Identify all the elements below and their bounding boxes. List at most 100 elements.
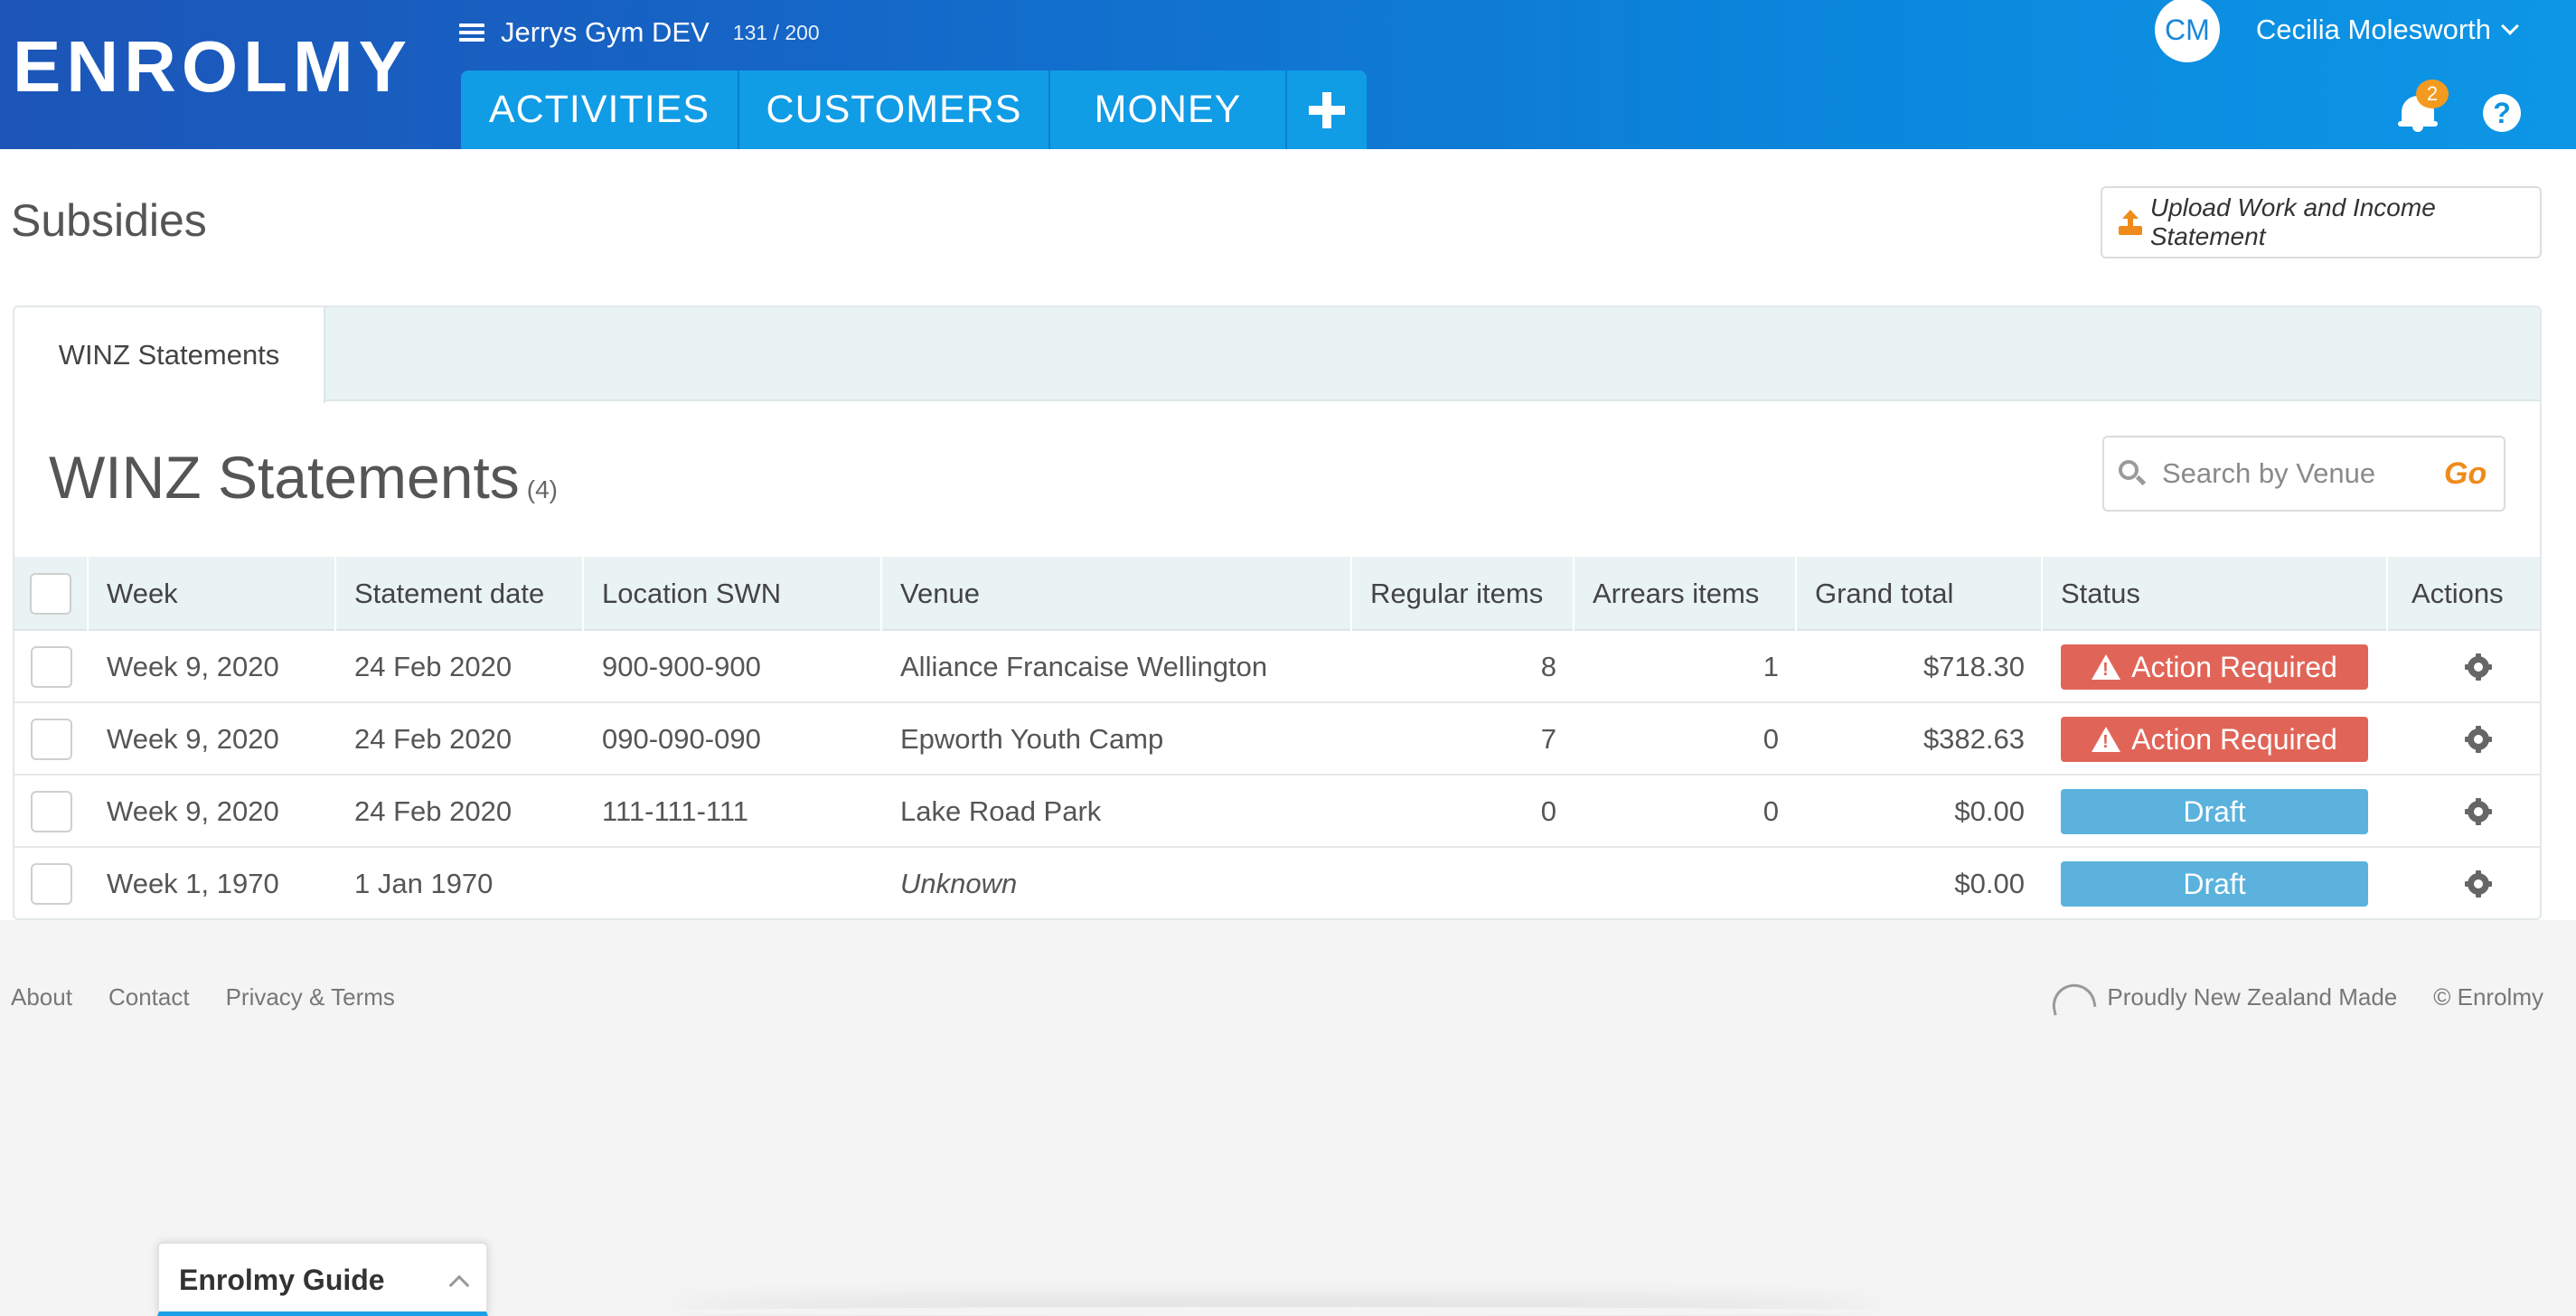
status-badge[interactable]: Draft	[2061, 789, 2368, 834]
cell-regular-items	[1352, 848, 1575, 918]
row-checkbox[interactable]	[31, 791, 72, 832]
notification-badge[interactable]: 2	[2416, 80, 2449, 108]
search-box: Go	[2102, 436, 2505, 512]
cell-arrears-items: 1	[1763, 651, 1779, 682]
cell-status: Draft	[2043, 776, 2388, 848]
upload-statement-label: Upload Work and Income Statement	[2149, 193, 2436, 250]
user-menu[interactable]: CM Cecilia Molesworth	[2154, 0, 2519, 62]
status-label: Draft	[2183, 794, 2246, 828]
header-week[interactable]: Week	[89, 557, 336, 631]
upload-statement-button[interactable]: Upload Work and Income Statement	[2101, 186, 2542, 258]
select-all-checkbox[interactable]	[30, 573, 71, 615]
gear-icon[interactable]	[2465, 870, 2492, 898]
header-actions: Actions	[2411, 578, 2504, 609]
nav-tab-money[interactable]: MONEY	[1050, 70, 1287, 149]
made-in-nz: Proudly New Zealand Made	[2107, 983, 2398, 1010]
gear-icon[interactable]	[2465, 798, 2492, 825]
page-title: Subsidies	[11, 195, 207, 246]
status-badge[interactable]: Action Required	[2061, 717, 2368, 762]
row-select-cell	[14, 776, 89, 848]
help-icon[interactable]: ?	[2483, 94, 2521, 132]
status-label: Draft	[2183, 867, 2246, 900]
cell-week: Week 9, 2020	[107, 795, 279, 827]
header-location-swn[interactable]: Location SWN	[584, 557, 882, 631]
row-select-cell	[14, 703, 89, 776]
row-select-cell	[14, 848, 89, 918]
copyright: © Enrolmy	[2433, 983, 2543, 1010]
search-input[interactable]	[2162, 457, 2433, 490]
cell-arrears-items	[1575, 848, 1797, 918]
gear-icon[interactable]	[2465, 726, 2492, 753]
status-label: Action Required	[2131, 722, 2337, 756]
org-count: 131 / 200	[732, 20, 820, 44]
gear-icon[interactable]	[2465, 653, 2492, 681]
table-row[interactable]: Week 9, 2020 24 Feb 2020 111-111-111 Lak…	[14, 776, 2540, 848]
cell-venue: Epworth Youth Camp	[900, 723, 1164, 755]
chevron-down-icon[interactable]	[2501, 17, 2519, 35]
nav-tab-customers[interactable]: CUSTOMERS	[739, 70, 1050, 149]
tab-winz-statements[interactable]: WINZ Statements	[14, 307, 325, 403]
cell-arrears-items: 0	[1763, 795, 1779, 827]
nav-tab-activities[interactable]: ACTIVITIES	[461, 70, 739, 149]
cell-venue: Lake Road Park	[900, 795, 1102, 827]
warning-icon	[2092, 727, 2121, 753]
cell-actions	[2388, 631, 2540, 703]
cell-regular-items: 7	[1540, 723, 1556, 755]
footer-right: Proudly New Zealand Made © Enrolmy	[2048, 979, 2543, 1016]
cell-swn: 090-090-090	[602, 723, 761, 755]
org-bar: Jerrys Gym DEV 131 / 200	[459, 13, 820, 52]
kiwi-icon	[2048, 979, 2098, 1016]
upload-icon	[2119, 210, 2142, 235]
cell-swn: 111-111-111	[602, 795, 749, 827]
top-header: ENROLMY Jerrys Gym DEV 131 / 200 ACTIVIT…	[0, 0, 2576, 149]
row-select-cell	[14, 631, 89, 703]
header-venue[interactable]: Venue	[882, 557, 1352, 631]
avatar[interactable]: CM	[2154, 0, 2220, 62]
cell-date: 24 Feb 2020	[354, 651, 512, 682]
guide-title: Enrolmy Guide	[179, 1264, 385, 1296]
row-checkbox[interactable]	[31, 646, 72, 688]
cell-date: 1 Jan 1970	[354, 868, 494, 899]
cell-venue: Unknown	[900, 868, 1018, 899]
warning-icon	[2092, 654, 2121, 681]
table-row[interactable]: Week 9, 2020 24 Feb 2020 090-090-090 Epw…	[14, 703, 2540, 776]
status-label: Action Required	[2131, 650, 2337, 683]
footer-link-about[interactable]: About	[11, 983, 72, 1011]
header-status[interactable]: Status	[2043, 557, 2388, 631]
user-name[interactable]: Cecilia Molesworth	[2256, 14, 2491, 46]
cell-date: 24 Feb 2020	[354, 795, 512, 827]
table-row[interactable]: Week 1, 1970 1 Jan 1970 Unknown $0.00 Dr…	[14, 848, 2540, 918]
statements-table: Week Statement date Location SWN Venue R…	[14, 557, 2540, 918]
header-statement-date[interactable]: Statement date	[336, 557, 584, 631]
footer-link-privacy[interactable]: Privacy & Terms	[226, 983, 395, 1011]
cell-grand-total: $0.00	[1954, 795, 2025, 827]
row-checkbox[interactable]	[31, 863, 72, 905]
bottom-shadow	[669, 1307, 1880, 1316]
header-arrears-items[interactable]: Arrears items	[1575, 557, 1797, 631]
main-nav: ACTIVITIES CUSTOMERS MONEY	[461, 70, 1367, 149]
search-icon	[2119, 460, 2147, 487]
table-row[interactable]: Week 9, 2020 24 Feb 2020 900-900-900 All…	[14, 631, 2540, 703]
header-regular-items[interactable]: Regular items	[1352, 557, 1575, 631]
cell-swn	[584, 848, 882, 918]
status-badge[interactable]: Draft	[2061, 861, 2368, 907]
cell-status: Action Required	[2043, 631, 2388, 703]
status-badge[interactable]: Action Required	[2061, 644, 2368, 690]
chevron-up-icon[interactable]	[448, 1274, 470, 1296]
row-checkbox[interactable]	[31, 719, 72, 760]
footer-link-contact[interactable]: Contact	[108, 983, 190, 1011]
hamburger-icon[interactable]	[459, 22, 484, 43]
go-button[interactable]: Go	[2444, 456, 2487, 492]
enrolmy-logo[interactable]: ENROLMY	[13, 31, 412, 103]
cell-regular-items: 8	[1540, 651, 1556, 682]
cell-arrears-items: 0	[1763, 723, 1779, 755]
enrolmy-guide-widget[interactable]: Enrolmy Guide	[157, 1242, 488, 1316]
nav-add-button[interactable]	[1287, 70, 1367, 149]
select-all-cell	[14, 557, 89, 631]
cell-regular-items: 0	[1540, 795, 1556, 827]
org-name[interactable]: Jerrys Gym DEV	[501, 16, 710, 49]
cell-status: Draft	[2043, 848, 2388, 918]
section-title-text: WINZ Statements	[49, 444, 520, 511]
statements-panel: WINZ Statements WINZ Statements(4) Go We…	[13, 306, 2542, 920]
header-grand-total[interactable]: Grand total	[1797, 557, 2043, 631]
